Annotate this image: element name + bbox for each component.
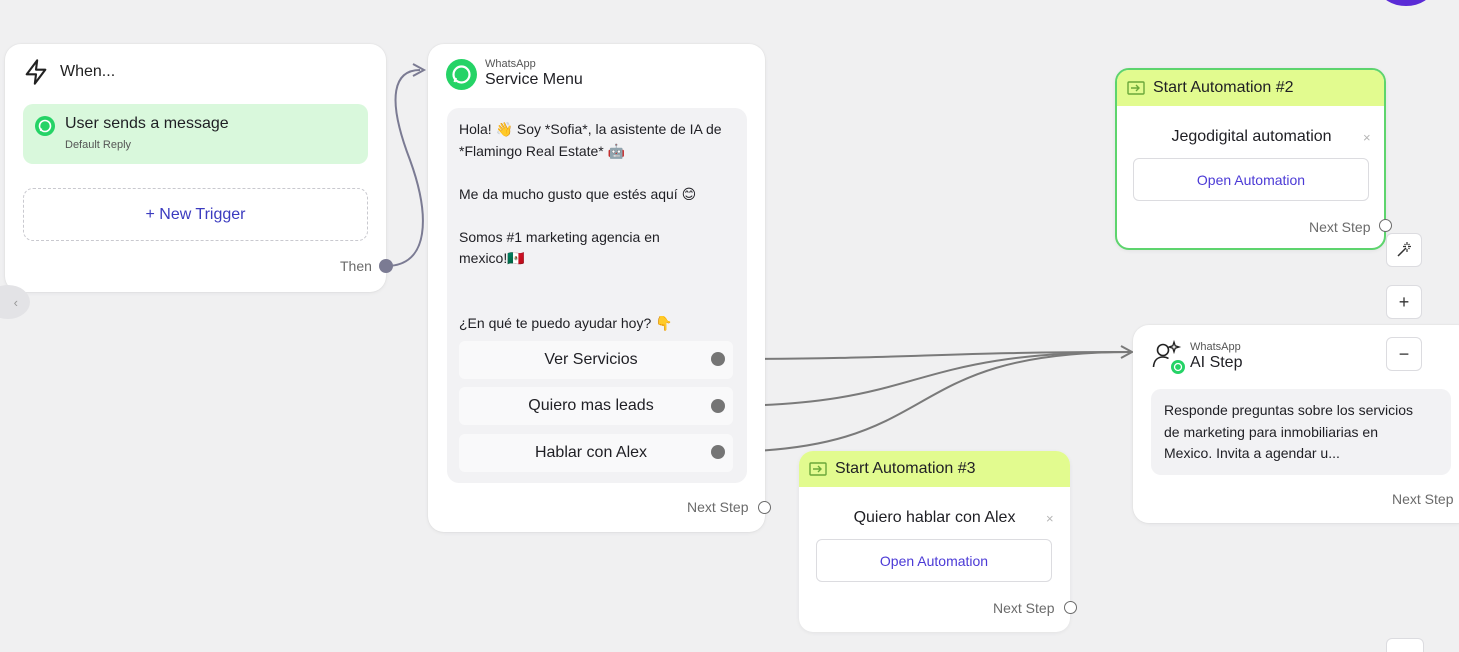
message-line: Me da mucho gusto que estés aquí 😊 <box>459 185 697 202</box>
flow-canvas[interactable]: When... User sends a message Default Rep… <box>0 0 1459 652</box>
service-menu-next-step-label: Next Step <box>687 499 749 515</box>
message-line: mexico!🇲🇽 <box>459 250 525 266</box>
edge-hablar-alex-to-ai-step <box>717 351 1131 453</box>
start-automation-3-header: Start Automation #3 <box>799 451 1070 487</box>
automation-3-name: Quiero hablar con Alex <box>853 509 1016 526</box>
button-output-port[interactable] <box>711 445 725 459</box>
remove-automation-3-icon[interactable]: × <box>1046 511 1054 526</box>
automation-3-next-step-label: Next Step <box>993 600 1055 616</box>
service-menu-header: WhatsApp Service Menu <box>446 58 583 90</box>
chevron-left-icon: ‹ <box>13 294 18 310</box>
message-line: Somos #1 marketing agencia en <box>459 228 660 245</box>
then-label: Then <box>340 258 372 274</box>
menu-button-label: Ver Servicios <box>544 351 638 368</box>
button-output-port[interactable] <box>711 399 725 413</box>
automation-2-name: Jegodigital automation <box>1171 128 1332 145</box>
avatar[interactable] <box>1380 0 1432 6</box>
ai-step-header: WhatsApp AI Step <box>1152 339 1242 375</box>
ai-step-description: Responde preguntas sobre los servicios d… <box>1164 400 1442 465</box>
trigger-item-user-sends-message[interactable]: User sends a message Default Reply <box>23 104 368 164</box>
enter-arrow-icon <box>1127 81 1145 95</box>
menu-button-label: Quiero mas leads <box>528 397 654 414</box>
new-trigger-button[interactable]: + New Trigger <box>23 188 368 241</box>
open-automation-3-button[interactable]: Open Automation <box>816 539 1052 582</box>
start-automation-3-title: Start Automation #3 <box>835 460 976 477</box>
menu-button-hablar-con-alex[interactable]: Hablar con Alex <box>459 434 733 472</box>
ai-user-icon <box>1152 339 1185 374</box>
edge-quiero-leads-to-ai-step <box>717 351 1131 407</box>
trigger-header: When... <box>22 58 115 86</box>
enter-arrow-icon <box>809 462 827 476</box>
button-output-port[interactable] <box>711 352 725 366</box>
automation-2-next-step-label: Next Step <box>1309 219 1371 235</box>
menu-button-quiero-mas-leads[interactable]: Quiero mas leads <box>459 387 733 425</box>
edge-arrowhead <box>412 63 427 77</box>
automation-2-next-step-port[interactable] <box>1379 219 1392 232</box>
trigger-item-subtitle: Default Reply <box>65 139 132 151</box>
menu-button-label: Hablar con Alex <box>534 444 648 461</box>
whatsapp-icon <box>35 116 55 136</box>
service-menu-message: Hola! 👋 Soy *Sofia*, la asistente de IA … <box>459 119 739 334</box>
description-line: de marketing para inmobiliarias en <box>1164 423 1378 440</box>
edge-arrowhead <box>1120 345 1135 359</box>
start-automation-2-card[interactable]: Start Automation #2 Jegodigital automati… <box>1115 68 1386 250</box>
edge-trigger-to-service-menu <box>385 69 424 267</box>
automation-3-next-step-port[interactable] <box>1064 601 1077 614</box>
ai-step-channel: WhatsApp <box>1190 341 1241 353</box>
trigger-item-title: User sends a message <box>65 115 229 132</box>
description-line: Responde preguntas sobre los servicios <box>1164 402 1414 418</box>
message-line: Hola! 👋 Soy *Sofia*, la asistente de IA … <box>459 121 722 137</box>
service-menu-channel: WhatsApp <box>485 58 536 70</box>
remove-automation-2-icon[interactable]: × <box>1363 130 1371 145</box>
trigger-header-label: When... <box>60 63 116 80</box>
magic-wand-icon <box>1397 242 1411 257</box>
whatsapp-icon <box>446 58 477 90</box>
open-automation-2-button[interactable]: Open Automation <box>1133 158 1369 201</box>
description-line: Mexico. Invita a agendar u... <box>1164 445 1340 461</box>
minus-icon: − <box>1398 343 1410 364</box>
service-menu-next-step-port[interactable] <box>758 501 771 514</box>
menu-button-ver-servicios[interactable]: Ver Servicios <box>459 341 733 379</box>
start-automation-3-card[interactable]: Start Automation #3 Quiero hablar con Al… <box>799 451 1070 632</box>
message-line: ¿En qué te puedo ayudar hoy? 👇 <box>459 314 673 331</box>
trigger-output-port[interactable] <box>379 259 393 273</box>
message-line: *Flamingo Real Estate* 🤖 <box>459 142 626 159</box>
start-automation-2-header: Start Automation #2 <box>1117 70 1384 106</box>
plus-icon: + <box>1398 291 1410 312</box>
zoom-in-button[interactable]: + <box>1386 285 1422 319</box>
lightning-bolt-icon <box>25 59 47 85</box>
ai-step-title: AI Step <box>1190 354 1243 371</box>
service-menu-title: Service Menu <box>485 71 583 88</box>
magic-wand-button[interactable] <box>1386 233 1422 267</box>
zoom-out-button[interactable]: − <box>1386 337 1422 371</box>
fit-view-button[interactable] <box>1386 638 1424 652</box>
edge-ver-servicios-to-ai-step <box>717 351 1131 360</box>
start-automation-2-title: Start Automation #2 <box>1153 79 1294 96</box>
ai-step-next-step-label: Next Step <box>1392 491 1454 507</box>
